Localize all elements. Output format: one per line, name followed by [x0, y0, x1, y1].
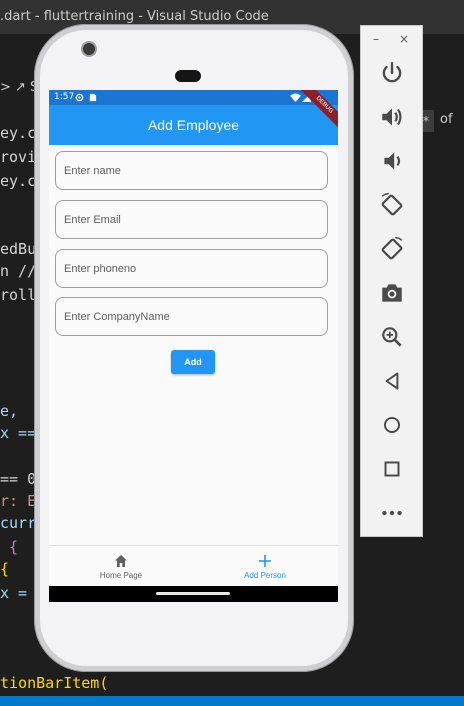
earpiece-speaker: [175, 70, 201, 82]
nav-add-person-label: Add Person: [244, 571, 286, 580]
code-line: e,: [0, 402, 19, 420]
find-count-label: of: [440, 112, 453, 127]
email-field[interactable]: [55, 200, 328, 239]
minimize-button[interactable]: –: [373, 32, 379, 46]
name-input[interactable]: [56, 152, 327, 189]
sim-card-icon: [89, 93, 97, 102]
add-icon: [259, 555, 271, 567]
add-button[interactable]: Add: [171, 350, 215, 374]
toolbar-window-controls: – ×: [361, 32, 422, 48]
camera-icon[interactable]: [379, 280, 405, 306]
gesture-handle[interactable]: [156, 592, 230, 595]
code-line: n //: [0, 262, 37, 280]
code-line: == 0: [0, 470, 37, 488]
rotate-right-icon[interactable]: [379, 236, 405, 262]
more-icon[interactable]: [379, 500, 405, 526]
home-icon: [115, 555, 127, 567]
status-time: 1:57: [54, 92, 75, 102]
rotate-left-icon[interactable]: [379, 192, 405, 218]
zoom-icon[interactable]: [379, 324, 405, 350]
form-body: Add: [49, 145, 338, 545]
nav-item-home[interactable]: Home Page: [49, 546, 193, 587]
name-field[interactable]: [55, 151, 328, 190]
company-field[interactable]: [55, 297, 328, 336]
code-line: ey.c: [0, 172, 37, 190]
back-icon[interactable]: [379, 368, 405, 394]
emulator-toolbar: – ×: [360, 25, 423, 537]
code-line: tionBarItem(: [0, 674, 109, 692]
volume-down-icon[interactable]: [379, 148, 405, 174]
company-input[interactable]: [56, 298, 327, 335]
phone-screen: 1:57 Add Employee DEBUG Add Home Page: [49, 90, 338, 602]
wifi-icon: [290, 93, 301, 102]
phone-field[interactable]: [55, 249, 328, 288]
front-camera-icon: [83, 43, 95, 55]
page-title: Add Employee: [147, 117, 240, 133]
code-line: x =: [0, 584, 28, 602]
code-line: x ==: [0, 424, 37, 442]
system-gesture-bar: [49, 586, 338, 602]
code-line: r: E: [0, 492, 37, 510]
email-input[interactable]: [56, 201, 327, 238]
settings-status-icon: [75, 93, 84, 102]
code-line: {: [0, 560, 10, 578]
nav-item-add-person[interactable]: Add Person: [193, 546, 337, 587]
phone-input[interactable]: [56, 250, 327, 287]
overview-icon[interactable]: [379, 456, 405, 482]
android-status-bar: 1:57: [49, 90, 338, 105]
code-line: rovi: [0, 148, 37, 166]
nav-home-label: Home Page: [99, 571, 143, 580]
bottom-navigation: Home Page Add Person: [49, 545, 338, 586]
code-line: ey.c: [0, 124, 37, 142]
home-button-icon[interactable]: [379, 412, 405, 438]
volume-up-icon[interactable]: [379, 104, 405, 130]
vscode-status-bar: [0, 696, 464, 706]
close-button[interactable]: ×: [399, 32, 409, 46]
code-line: {: [0, 538, 19, 556]
power-icon[interactable]: [379, 60, 405, 86]
code-line: curr: [0, 514, 37, 532]
app-bar: Add Employee: [49, 105, 338, 145]
find-widget-fragment: * of: [418, 110, 464, 132]
